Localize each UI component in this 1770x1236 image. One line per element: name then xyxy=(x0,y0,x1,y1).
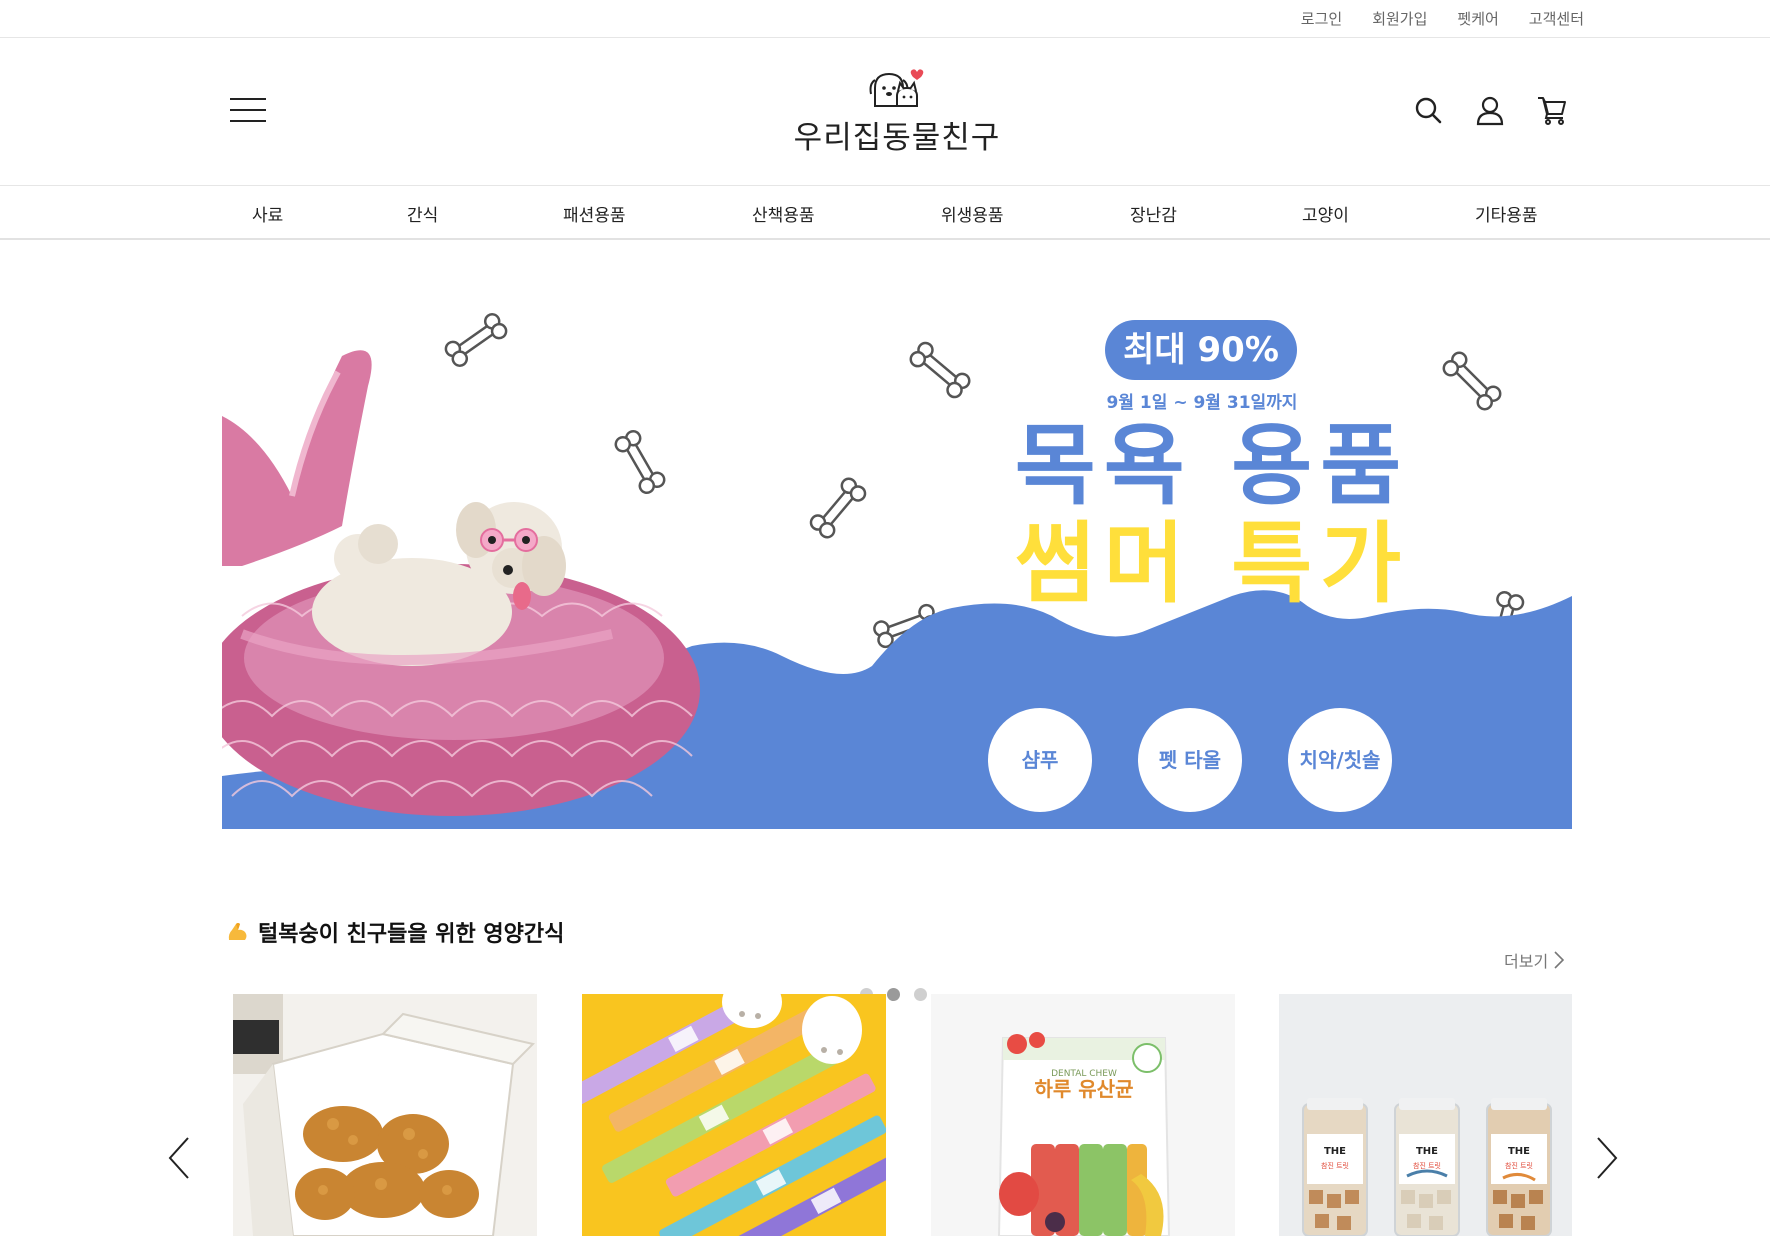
top-utility-bar: 로그인 회원가입 펫케어 고객센터 xyxy=(0,0,1770,38)
more-label: 더보기 xyxy=(1504,952,1549,971)
site-header: 우리집동물친구 xyxy=(0,38,1770,186)
jar-label: THE xyxy=(1416,1146,1438,1157)
banner-headline-1: 목욕 용품 xyxy=(1014,414,1410,517)
signup-link[interactable]: 회원가입 xyxy=(1372,8,1427,29)
product-card-dental-chew[interactable]: DENTAL CHEW 하루 유산균 xyxy=(931,994,1235,1236)
section-title-text: 털복숭이 친구들을 위한 영양간식 xyxy=(258,922,565,947)
banner-headline-2: 썸머 특가 xyxy=(1014,512,1410,615)
nav-item-toy[interactable]: 장난감 xyxy=(1130,201,1177,226)
carousel-prev-button[interactable] xyxy=(166,1136,194,1180)
banner-category-toothbrush[interactable]: 치약/칫솔 xyxy=(1288,708,1392,812)
more-link[interactable]: 더보기 xyxy=(1504,948,1565,972)
menu-icon[interactable] xyxy=(230,98,266,124)
nav-item-food[interactable]: 사료 xyxy=(252,201,283,226)
login-link[interactable]: 로그인 xyxy=(1301,8,1342,29)
product-image xyxy=(582,994,886,1236)
customer-center-link[interactable]: 고객센터 xyxy=(1529,8,1584,29)
logo-text: 우리집동물친구 xyxy=(793,120,1001,156)
nav-item-etc[interactable]: 기타용품 xyxy=(1475,201,1538,226)
banner-category-shampoo[interactable]: 샴푸 xyxy=(988,708,1092,812)
chevron-left-icon xyxy=(168,1137,189,1179)
utility-links: 로그인 회원가입 펫케어 고객센터 xyxy=(1301,8,1584,29)
site-logo[interactable]: 우리집동물친구 xyxy=(792,66,1002,166)
nav-item-cat[interactable]: 고양이 xyxy=(1302,201,1349,226)
carousel-dot[interactable] xyxy=(914,988,927,1001)
carousel-dot-active[interactable] xyxy=(887,988,900,1001)
category-nav: 사료 간식 패션용품 산책용품 위생용품 장난감 고양이 기타용품 xyxy=(0,186,1770,240)
header-actions xyxy=(1412,94,1568,126)
flexed-arm-icon xyxy=(228,923,247,940)
jar-label: THE xyxy=(1324,1146,1346,1157)
cart-icon[interactable] xyxy=(1536,94,1568,126)
section-title: 털복숭이 친구들을 위한 영양간식 xyxy=(226,916,564,948)
petcare-link[interactable]: 펫케어 xyxy=(1457,8,1498,29)
sale-period: 9월 1일 ~ 9월 31일까지 xyxy=(1106,393,1298,413)
pack-title: 하루 유산균 xyxy=(1035,1077,1134,1101)
discount-badge: 최대 90% xyxy=(1105,320,1297,380)
chevron-right-icon xyxy=(1554,951,1565,969)
jar-sub: 참진 트릿 xyxy=(1413,1161,1441,1170)
product-card-stick-treats[interactable] xyxy=(582,994,886,1236)
product-card-treat-jars[interactable]: THE 참진 트릿 THE 참진 트릿 THE 참진 트릿 xyxy=(1279,994,1572,1236)
product-image xyxy=(233,994,537,1236)
nav-item-fashion[interactable]: 패션용품 xyxy=(563,201,626,226)
nav-item-hygiene[interactable]: 위생용품 xyxy=(941,201,1004,226)
jar-sub: 참진 트릿 xyxy=(1505,1161,1533,1170)
jar-label: THE xyxy=(1508,1146,1530,1157)
product-image: DENTAL CHEW 하루 유산균 xyxy=(931,994,1235,1236)
search-icon[interactable] xyxy=(1412,94,1444,126)
main-banner[interactable]: 최대 90% 9월 1일 ~ 9월 31일까지 목욕 용품 썸머 특가 샴푸 펫… xyxy=(222,296,1572,829)
product-card-fried-chicken[interactable] xyxy=(233,994,537,1236)
user-icon[interactable] xyxy=(1474,94,1506,126)
product-image: THE 참진 트릿 THE 참진 트릿 THE 참진 트릿 xyxy=(1279,994,1572,1236)
nav-item-walk[interactable]: 산책용품 xyxy=(752,201,815,226)
logo-pets-icon xyxy=(869,69,924,107)
carousel-next-button[interactable] xyxy=(1592,1136,1620,1180)
chevron-right-icon xyxy=(1597,1137,1618,1179)
jar-sub: 참진 트릿 xyxy=(1321,1161,1349,1170)
banner-category-towel[interactable]: 펫 타올 xyxy=(1138,708,1242,812)
nav-item-snack[interactable]: 간식 xyxy=(407,201,438,226)
